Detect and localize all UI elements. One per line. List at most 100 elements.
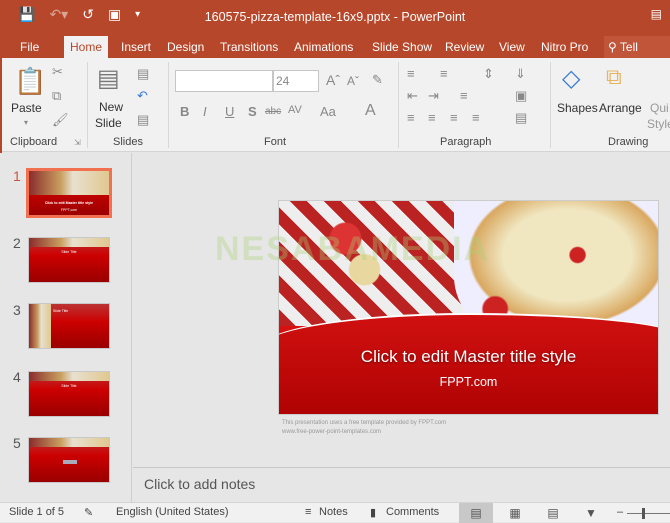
align-left-icon[interactable]: ≡ <box>407 110 415 125</box>
ribbon: 📋 Paste ▾ ✂ ⧉ 🖌 Clipboard ⇲ ▤ New Slide … <box>0 58 670 152</box>
shapes-icon[interactable]: ◇ <box>562 64 580 93</box>
smartart-icon[interactable]: ▤ <box>515 110 527 126</box>
notes-button[interactable]: Notes <box>319 506 348 518</box>
lightbulb-icon: ⚲ <box>608 40 617 54</box>
status-bar: Slide 1 of 5 ✎ English (United States) ≡… <box>0 502 670 523</box>
separator <box>168 62 169 148</box>
paste-button[interactable]: Paste <box>11 101 42 115</box>
align-right-icon[interactable]: ≡ <box>450 110 458 125</box>
paste-icon[interactable]: 📋 <box>14 66 46 97</box>
arrange-icon[interactable]: ⧉ <box>606 64 622 90</box>
thumb-number: 1 <box>13 168 21 184</box>
align-center-icon[interactable]: ≡ <box>428 110 436 125</box>
watermark: NESABAMEDIA <box>215 230 491 268</box>
line-spacing-icon[interactable]: ⇕ <box>483 66 494 82</box>
notes-pane[interactable]: Click to add notes <box>133 467 670 502</box>
slide-thumbnails-pane[interactable]: 1 Click to edit Master title style FPPT.… <box>0 153 132 502</box>
zoom-slider-track[interactable] <box>627 513 670 514</box>
reset-icon[interactable]: ↶ <box>137 88 148 104</box>
slide-subtitle[interactable]: FPPT.com <box>279 375 658 389</box>
slide-thumbnail-5[interactable] <box>28 437 110 483</box>
tab-nitro-pro[interactable]: Nitro Pro <box>537 36 592 58</box>
clipboard-group-label: Clipboard <box>10 136 58 148</box>
thumb-number: 5 <box>13 435 21 451</box>
tab-slide-show[interactable]: Slide Show <box>368 36 436 58</box>
character-spacing-button[interactable]: AV <box>288 104 302 116</box>
notes-placeholder[interactable]: Click to add notes <box>144 476 255 492</box>
tab-review[interactable]: Review <box>441 36 488 58</box>
italic-button[interactable]: I <box>203 104 207 119</box>
copy-icon[interactable]: ⧉ <box>52 88 61 104</box>
font-size-input[interactable]: 24 <box>273 70 319 92</box>
clear-formatting-icon[interactable]: ✎ <box>372 72 383 88</box>
new-slide-label[interactable]: Slide <box>95 116 122 130</box>
separator <box>550 62 551 148</box>
slide-thumbnail-4[interactable]: Slide Title <box>28 371 110 417</box>
increase-indent-icon[interactable]: ⇥ <box>428 88 439 104</box>
slide-thumbnail-2[interactable]: Slide Title <box>28 237 110 283</box>
chevron-down-icon[interactable]: ▾ <box>24 118 28 127</box>
paragraph-group-label: Paragraph <box>440 136 492 148</box>
ribbon-display-options-icon[interactable]: ▤ <box>651 7 662 21</box>
quick-styles-button[interactable]: Qui <box>650 101 669 115</box>
comments-button[interactable]: Comments <box>386 506 439 518</box>
dialog-launcher-icon[interactable]: ⇲ <box>74 138 81 147</box>
ribbon-tabs: File Home Insert Design Transitions Anim… <box>0 36 670 76</box>
document-title: 160575-pizza-template-16x9.pptx - PowerP… <box>204 10 466 24</box>
bullets-icon[interactable]: ≡ <box>407 66 415 81</box>
new-slide-icon[interactable]: ▤ <box>97 64 120 93</box>
decrease-indent-icon[interactable]: ⇤ <box>407 88 418 104</box>
tab-view[interactable]: View <box>495 36 529 58</box>
font-name-input[interactable] <box>175 70 273 92</box>
layout-icon[interactable]: ▤ <box>137 66 149 82</box>
slide-sorter-button[interactable]: ▦ <box>498 503 532 523</box>
reading-view-button[interactable]: ▤ <box>536 503 570 523</box>
slide-title[interactable]: Click to edit Master title style <box>279 347 658 367</box>
grow-font-button[interactable]: Aˆ <box>326 72 340 88</box>
arrange-button[interactable]: Arrange <box>599 101 642 115</box>
notes-icon[interactable]: ≡ <box>305 506 311 518</box>
placeholder-box <box>63 460 77 464</box>
tab-home[interactable]: Home <box>64 36 109 58</box>
columns-icon[interactable]: ≡ <box>460 88 468 103</box>
title-bar: 💾 ↶▾ ↺ ▣ ▾ 160575-pizza-template-16x9.pp… <box>0 0 670 36</box>
bold-button[interactable]: B <box>180 104 189 119</box>
tab-insert[interactable]: Insert <box>117 36 155 58</box>
thumb-number: 2 <box>13 235 21 251</box>
align-text-icon[interactable]: ▣ <box>515 88 527 104</box>
format-painter-icon[interactable]: 🖌 <box>52 112 69 128</box>
slide-show-button[interactable]: ▼ <box>574 503 608 523</box>
slide-count: Slide 1 of 5 <box>9 506 65 518</box>
tab-animations[interactable]: Animations <box>290 36 357 58</box>
zoom-slider-thumb[interactable] <box>642 508 645 519</box>
shapes-button[interactable]: Shapes <box>557 101 598 115</box>
numbering-icon[interactable]: ≡ <box>440 66 448 81</box>
drawing-group-label: Drawing <box>608 136 649 148</box>
slide-thumbnail-3[interactable]: Slide Title <box>28 303 110 349</box>
font-color-button[interactable]: A <box>365 102 376 120</box>
justify-icon[interactable]: ≡ <box>472 110 480 125</box>
strikethrough-button[interactable]: abc <box>265 106 281 117</box>
shadow-button[interactable]: S <box>248 104 257 119</box>
language-indicator[interactable]: English (United States) <box>116 506 229 518</box>
quick-styles-label: Style <box>647 117 670 131</box>
comments-icon[interactable]: ▮ <box>370 506 376 519</box>
spell-check-icon[interactable]: ✎ <box>84 506 93 519</box>
separator <box>87 62 88 148</box>
section-icon[interactable]: ▤ <box>137 112 149 128</box>
tab-transitions[interactable]: Transitions <box>216 36 282 58</box>
cut-icon[interactable]: ✂ <box>52 64 63 80</box>
normal-view-button[interactable]: ▤ <box>459 503 493 523</box>
tab-file[interactable]: File <box>16 36 43 58</box>
tab-design[interactable]: Design <box>163 36 208 58</box>
slide-thumbnail-1[interactable]: Click to edit Master title style FPPT.co… <box>26 168 112 218</box>
tell-me-box[interactable]: ⚲ Tell me... <box>604 36 670 76</box>
separator <box>398 62 399 148</box>
zoom-out-button[interactable]: – <box>617 506 623 518</box>
underline-button[interactable]: U <box>225 104 234 119</box>
change-case-button[interactable]: Aa <box>320 104 336 119</box>
thumb-number: 3 <box>13 302 21 318</box>
new-slide-button[interactable]: New <box>99 100 123 114</box>
shrink-font-button[interactable]: Aˇ <box>347 74 359 88</box>
text-direction-icon[interactable]: ⇓ <box>515 66 526 82</box>
